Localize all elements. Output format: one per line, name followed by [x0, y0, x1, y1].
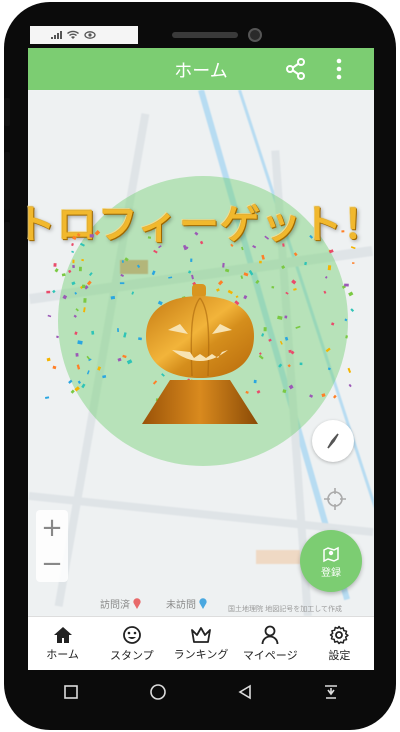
crown-icon — [191, 627, 211, 643]
blue-pin-icon — [199, 598, 207, 609]
red-pin-icon — [133, 598, 141, 609]
nav-ranking-label: ランキング — [173, 648, 229, 661]
person-icon — [261, 625, 279, 645]
back-icon[interactable] — [237, 684, 253, 700]
compass-icon[interactable] — [312, 420, 354, 462]
share-icon[interactable] — [283, 56, 309, 82]
eye-icon — [84, 31, 96, 39]
zoom-out-button[interactable]: − — [36, 546, 68, 582]
map-pin-icon — [323, 546, 339, 562]
legend-visited: 訪問済 — [100, 596, 141, 611]
nav-mypage-label: マイページ — [242, 649, 298, 662]
nav-home-label: ホーム — [46, 648, 79, 661]
gear-icon — [330, 625, 350, 645]
zoom-in-button[interactable]: + — [36, 510, 68, 546]
keyboard-down-icon[interactable] — [323, 684, 339, 700]
speaker — [172, 32, 238, 38]
front-camera — [248, 28, 262, 42]
status-bar — [30, 26, 138, 44]
bottom-nav: ホーム スタンプ ランキング マイページ 設定 — [28, 616, 374, 670]
stamp-face-icon — [122, 626, 141, 644]
map-building — [256, 550, 300, 564]
zoom-control: + − — [36, 510, 68, 582]
nav-stamp-label: スタンプ — [109, 649, 154, 662]
nav-ranking[interactable]: ランキング — [166, 617, 235, 670]
legend-visited-label: 訪問済 — [100, 600, 130, 611]
recent-apps-icon[interactable] — [63, 684, 79, 700]
register-label: 登録 — [321, 567, 341, 579]
more-vertical-icon[interactable] — [326, 56, 352, 82]
nav-settings-label: 設定 — [328, 649, 351, 662]
map-credit: 国土地理院 地図記号を加工して作成 — [228, 605, 343, 613]
crosshair-icon[interactable] — [314, 478, 356, 520]
nav-settings[interactable]: 設定 — [305, 617, 374, 670]
nav-mypage[interactable]: マイページ — [236, 617, 305, 670]
legend-unvisited: 未訪問 — [166, 596, 207, 611]
pumpkin-trophy-icon — [142, 284, 258, 424]
home-circle-icon[interactable] — [149, 683, 167, 701]
nav-home[interactable]: ホーム — [28, 617, 97, 670]
signal-icon — [51, 31, 62, 39]
register-button[interactable]: 登録 — [300, 530, 362, 592]
legend-unvisited-label: 未訪問 — [166, 600, 196, 611]
trophy-title: トロフィーゲット！ — [15, 202, 385, 248]
volume-button — [4, 98, 10, 126]
home-icon — [53, 627, 72, 643]
wifi-icon — [67, 30, 79, 39]
system-nav-bar — [28, 672, 374, 712]
page-title: ホーム — [174, 61, 228, 82]
app-header: ホーム — [28, 48, 374, 90]
nav-stamp[interactable]: スタンプ — [97, 617, 166, 670]
